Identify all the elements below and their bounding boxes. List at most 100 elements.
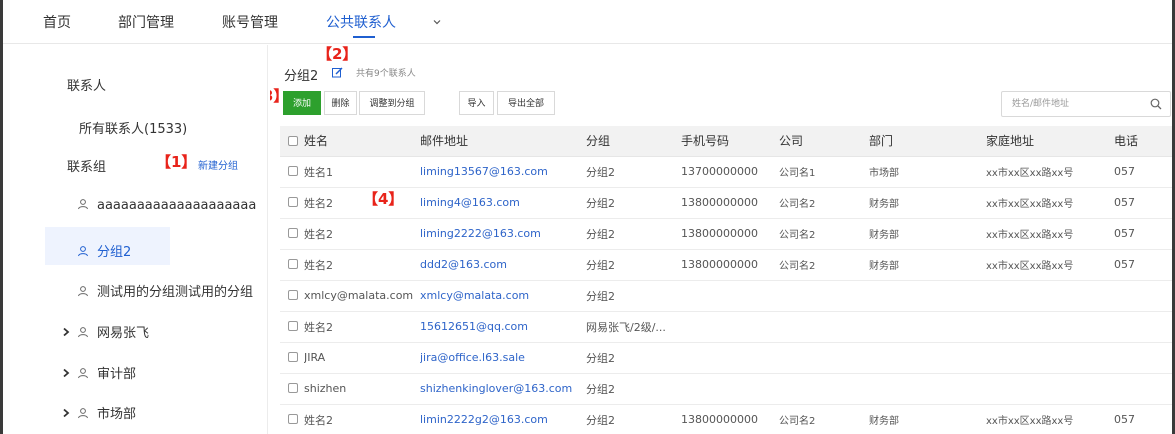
main-panel: 【2】 分组2 共有9个联系人 【3】 添加 删除 调整到分组 导入 导出全部 … — [270, 45, 1172, 434]
table-row[interactable]: 姓名1 liming13567@163.com 分组2 13700000000 公司名1… — [280, 156, 1172, 188]
row-checkbox[interactable] — [288, 414, 298, 424]
row-checkbox[interactable] — [288, 290, 298, 300]
nav-department[interactable]: 部门管理 — [118, 12, 174, 32]
export-all-button[interactable]: 导出全部 — [497, 91, 555, 115]
name-cell: 姓名2 — [304, 311, 420, 343]
top-nav: 首页 部门管理 账号管理 公共联系人 — [3, 0, 1172, 44]
phone-cell: 13800000000 — [681, 187, 779, 219]
user-group-icon — [78, 286, 88, 297]
row-checkbox-cell[interactable] — [280, 249, 304, 281]
sidebar-group-aaaa[interactable]: aaaaaaaaaaaaaaaaaaaaaaaa — [77, 198, 257, 213]
column-header: 电话 — [1114, 126, 1172, 157]
tel-cell — [1114, 311, 1172, 343]
annotation-marker-2: 【2】 — [317, 45, 358, 63]
sidebar: 联系人 所有联系人(1533) 联系组 【1】 新建分组 aaaaaaaaaaa… — [3, 45, 268, 434]
table-row[interactable]: 姓名2 liming2222@163.com 分组2 13800000000 公司名2 财… — [280, 218, 1172, 250]
email-cell[interactable]: liming13567@163.com — [420, 156, 586, 188]
chevron-right-icon[interactable] — [61, 368, 71, 378]
email-cell[interactable]: xmlcy@malata.com — [420, 280, 586, 312]
email-cell[interactable]: 15612651@qq.com — [420, 311, 586, 343]
department-cell — [869, 373, 986, 405]
table-row[interactable]: 姓名2 ddd2@163.com 分组2 13800000000 公司名2 财务部 xx市x… — [280, 249, 1172, 281]
email-cell[interactable]: ddd2@163.com — [420, 249, 586, 281]
contact-count: 共有9个联系人 — [356, 69, 416, 79]
search-icon[interactable] — [1150, 98, 1162, 110]
all-contacts-item[interactable]: 所有联系人(1533) — [79, 118, 187, 137]
sidebar-group-test[interactable]: 测试用的分组测试用的分组 — [77, 281, 257, 300]
department-cell: 财务部 — [869, 249, 986, 281]
column-header: 家庭地址 — [986, 126, 1114, 157]
nav-home[interactable]: 首页 — [43, 12, 71, 32]
phone-cell: 13800000000 — [681, 249, 779, 281]
row-checkbox-cell[interactable] — [280, 373, 304, 405]
header-checkbox-cell[interactable] — [280, 126, 304, 157]
row-checkbox[interactable] — [288, 259, 298, 269]
sidebar-group-audit[interactable]: 审计部 — [61, 363, 136, 382]
name-cell: xmlcy@malata.com — [304, 280, 420, 312]
table-row[interactable]: 姓名2 liming4@163.com 分组2 13800000000 公司名2 财务部 x… — [280, 187, 1172, 219]
add-button[interactable]: 添加 — [283, 91, 321, 115]
row-checkbox-cell[interactable] — [280, 280, 304, 312]
tel-cell: 057 — [1114, 156, 1172, 188]
table-row[interactable]: 姓名2 limin2222g2@163.com 分组2 13800000000 公司名2… — [280, 404, 1172, 434]
table-row[interactable]: JIRA jira@office.l63.sale 分组2 — [280, 342, 1172, 374]
group-cell: 分组2 — [586, 280, 681, 312]
row-checkbox-cell[interactable] — [280, 218, 304, 250]
row-checkbox[interactable] — [288, 352, 298, 362]
row-checkbox-cell[interactable] — [280, 404, 304, 434]
row-checkbox[interactable] — [288, 383, 298, 393]
sidebar-group-wangyi[interactable]: 网易张飞 — [61, 322, 149, 341]
email-cell[interactable]: limin2222g2@163.com — [420, 404, 586, 434]
nav-public-contacts[interactable]: 公共联系人 — [326, 12, 396, 32]
table-row[interactable]: 姓名2 15612651@qq.com 网易张飞/2级/... — [280, 311, 1172, 343]
row-checkbox[interactable] — [288, 228, 298, 238]
sidebar-group-label: 审计部 — [97, 367, 137, 382]
row-checkbox[interactable] — [288, 166, 298, 176]
group-title: 分组2 — [284, 69, 319, 84]
chevron-right-icon[interactable] — [61, 327, 71, 337]
new-group-link[interactable]: 新建分组 — [198, 157, 238, 172]
name-cell: JIRA — [304, 342, 420, 374]
phone-cell: 13700000000 — [681, 156, 779, 188]
user-group-icon — [78, 246, 88, 257]
chevron-right-icon[interactable] — [61, 408, 71, 418]
delete-button[interactable]: 删除 — [324, 91, 357, 115]
move-to-group-button[interactable]: 调整到分组 — [359, 91, 425, 115]
address-cell: xx市xx区xx路xx号 — [986, 249, 1114, 281]
import-button[interactable]: 导入 — [459, 91, 494, 115]
row-checkbox-cell[interactable] — [280, 156, 304, 188]
search-input[interactable] — [1002, 92, 1142, 116]
nav-accounts[interactable]: 账号管理 — [222, 12, 278, 32]
company-cell — [779, 311, 869, 343]
sidebar-group-selected[interactable]: 分组2 — [45, 227, 170, 265]
row-checkbox[interactable] — [288, 321, 298, 331]
chevron-down-icon[interactable] — [431, 16, 443, 28]
address-cell — [986, 280, 1114, 312]
company-cell: 公司名1 — [779, 156, 869, 188]
nav-active-indicator — [353, 36, 375, 38]
select-all-checkbox[interactable] — [288, 135, 298, 146]
email-cell[interactable]: liming2222@163.com — [420, 218, 586, 250]
table-row[interactable]: xmlcy@malata.com xmlcy@malata.com 分组2 — [280, 280, 1172, 312]
department-cell — [869, 311, 986, 343]
row-checkbox[interactable] — [288, 197, 298, 207]
column-header: 手机号码 — [681, 126, 779, 157]
phone-cell — [681, 311, 779, 343]
row-checkbox-cell[interactable] — [280, 311, 304, 343]
row-checkbox-cell[interactable] — [280, 187, 304, 219]
table-row[interactable]: shizhen shizhenkinglover@163.com 分组2 — [280, 373, 1172, 405]
email-cell[interactable]: jira@office.l63.sale — [420, 342, 586, 374]
phone-cell: 13800000000 — [681, 404, 779, 434]
contacts-title: 联系人 — [67, 79, 107, 94]
group-cell: 分组2 — [586, 342, 681, 374]
email-cell[interactable]: liming4@163.com — [420, 187, 586, 219]
user-group-icon — [78, 408, 88, 419]
sidebar-group-label: 市场部 — [97, 407, 137, 422]
edit-icon[interactable] — [332, 67, 343, 78]
department-cell — [869, 280, 986, 312]
phone-cell: 13800000000 — [681, 218, 779, 250]
tel-cell: 057 — [1114, 404, 1172, 434]
email-cell[interactable]: shizhenkinglover@163.com — [420, 373, 586, 405]
sidebar-group-market[interactable]: 市场部 — [61, 403, 136, 422]
row-checkbox-cell[interactable] — [280, 342, 304, 374]
